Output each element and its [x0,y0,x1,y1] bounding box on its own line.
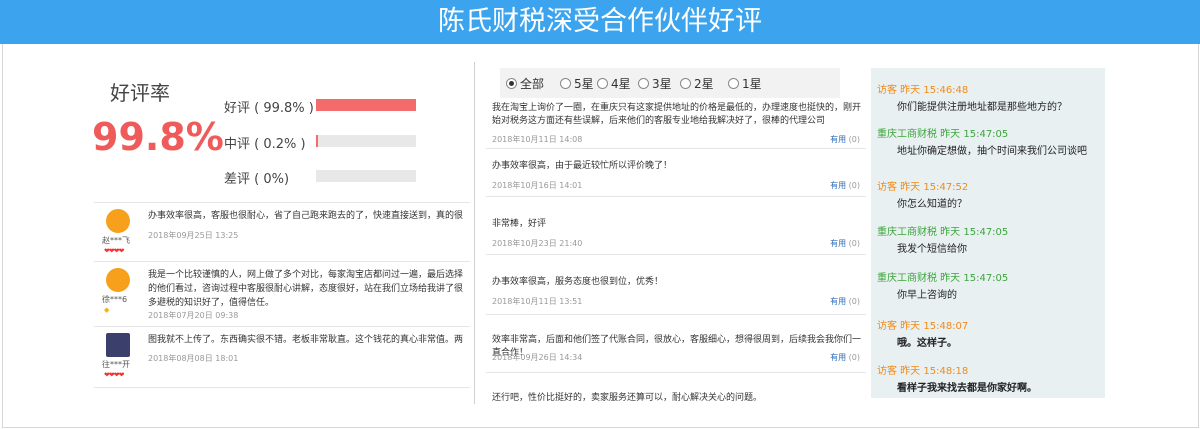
filter-1-star[interactable]: 1星 [728,75,762,92]
filter-3-star[interactable]: 3星 [638,75,672,92]
review-item: 往***开 ❤❤❤❤ 图我就不上传了。东西确实很不错。老板非常耿直。这个钱花的真… [94,326,470,388]
review-date: 2018年07月20日 09:38 [148,311,239,320]
radio-icon[interactable] [638,78,649,89]
avatar [106,333,130,357]
review-date: 2018年10月11日 13:51 [492,297,583,306]
useful-count: (0) [848,353,860,362]
filter-4-star[interactable]: 4星 [597,75,631,92]
rating-bar-label: 中评 ( 0.2% ) [224,137,306,152]
review-date: 2018年08月08日 18:01 [148,354,239,363]
divider [474,62,475,404]
star-filter: 全部 5星 4星 3星 2星 1星 [500,68,840,98]
review-text: 办事效率很高，客服也很耐心，省了自己跑来跑去的了，快速直接送到，真的很方便 [148,211,464,221]
chat-transcript: 访客 昨天 15:46:48 你们能提供注册地址都是那些地方的？ 重庆工商财税 … [871,68,1105,398]
chat-header: 重庆工商财税 昨天 15:47:05 [877,129,1009,140]
chat-header: 重庆工商财税 昨天 15:47:05 [877,227,1009,238]
chat-header: 重庆工商财税 昨天 15:47:05 [877,273,1009,284]
chat-header: 访客 昨天 15:48:07 [877,321,969,332]
review-item: 我在淘宝上询价了一圈，在重庆只有这家提供地址的价格是最低的，办理速度也挺快的，刚… [486,102,866,149]
reviewer-level: ❤❤❤❤ [104,247,124,255]
useful-button[interactable]: 有用 (0) [830,238,860,249]
page-banner: 陈氏财税深受合作伙伴好评 [0,0,1200,44]
useful-count: (0) [848,181,860,190]
useful-button[interactable]: 有用 (0) [830,296,860,307]
rating-bar-label: 差评 ( 0%) [224,172,290,187]
rating-title: 好评率 [110,81,170,105]
chat-body: 看样子我来找去都是你家好啊。 [897,383,1037,394]
useful-count: (0) [848,297,860,306]
review-date: 2018年10月23日 21:40 [492,239,583,248]
chat-body: 你早上咨询的 [897,290,957,301]
radio-icon[interactable] [680,78,691,89]
review-item: 赵***飞 ❤❤❤❤ 办事效率很高，客服也很耐心，省了自己跑来跑去的了，快速直接… [94,202,470,261]
useful-button[interactable]: 有用 (0) [830,180,860,191]
chat-body: 我发个短信给你 [897,244,967,255]
rating-bar-label: 好评 ( 99.8% ) [224,101,314,116]
review-text: 还行吧，性价比挺好的，卖家服务还算可以，耐心解决关心的问题。 [492,393,763,403]
review-date: 2018年09月25日 13:25 [148,231,239,240]
review-text: 我是一个比较谨慎的人，网上做了多个对比，每家淘宝店都问过一遍，最后选择的他们看过… [148,270,464,308]
chat-body: 你怎么知道的？ [897,199,967,210]
chat-message: 访客 昨天 15:48:07 哦。这样子。 [877,317,969,349]
chat-header: 访客 昨天 15:46:48 [877,85,969,96]
chat-message: 重庆工商财税 昨天 15:47:05 你早上咨询的 [877,269,1009,301]
reviewer-name: 赵***飞 [102,236,130,245]
filter-5-star[interactable]: 5星 [560,75,594,92]
review-text: 我在淘宝上询价了一圈，在重庆只有这家提供地址的价格是最低的，办理速度也挺快的，刚… [492,103,862,126]
reviewer-name: 往***开 [102,360,130,369]
chat-body: 哦。这样子。 [897,338,957,349]
radio-icon[interactable] [728,78,739,89]
chat-body: 地址你确定想做，抽个时间来我们公司谈吧 [897,146,1087,157]
review-text: 办事效率很高，服务态度也很到位，优秀！ [492,277,664,287]
review-date: 2018年10月11日 14:08 [492,135,583,144]
filter-all[interactable]: 全部 [506,75,544,92]
reviewer-name: 徐***6 [102,295,128,304]
reviewer-level: ❤❤❤❤ [104,371,124,379]
chat-header: 访客 昨天 15:47:52 [877,182,969,193]
rating-bar-track [316,170,416,182]
chat-message: 重庆工商财税 昨天 15:47:05 我发个短信给你 [877,223,1009,255]
review-item: 非常棒，好评 2018年10月23日 21:40 有用 (0) [486,218,866,255]
useful-count: (0) [848,135,860,144]
radio-icon[interactable] [506,78,517,89]
rating-bar-fill [316,135,318,147]
filter-2-star[interactable]: 2星 [680,75,714,92]
rating-bar-fill [316,99,416,111]
review-date: 2018年09月26日 14:34 [492,353,583,362]
review-item: 办事效率很高，由于最近较忙所以评价晚了！ 2018年10月16日 14:01 有… [486,160,866,197]
useful-button[interactable]: 有用 (0) [830,352,860,363]
reviewer-level: ◆ [104,306,109,314]
chat-message: 访客 昨天 15:47:52 你怎么知道的？ [877,178,969,210]
review-text: 非常棒，好评 [492,219,547,229]
radio-icon[interactable] [560,78,571,89]
chat-body: 你们能提供注册地址都是那些地方的？ [897,102,1067,113]
review-text: 办事效率很高，由于最近较忙所以评价晚了！ [492,161,673,171]
chat-message: 访客 昨天 15:48:18 看样子我来找去都是你家好啊。 [877,362,1037,394]
chat-message: 重庆工商财税 昨天 15:47:05 地址你确定想做，抽个时间来我们公司谈吧 [877,125,1087,157]
chat-message: 访客 昨天 15:46:48 你们能提供注册地址都是那些地方的？ [877,81,1067,113]
useful-count: (0) [848,239,860,248]
review-text: 图我就不上传了。东西确实很不错。老板非常耿直。这个钱花的真心非常值。两天就注 [148,335,464,345]
rating-percentage: 99.8% [92,115,224,159]
rating-bar-track [316,99,416,111]
useful-button[interactable]: 有用 (0) [830,134,860,145]
review-item: 办事效率很高，服务态度也很到位，优秀！ 2018年10月11日 13:51 有用… [486,276,866,315]
review-item: 效率非常高，后面和他们签了代账合同，很放心，客服细心，想得很周到，后续我会我你们… [486,334,866,373]
radio-icon[interactable] [597,78,608,89]
avatar [106,209,130,233]
chat-header: 访客 昨天 15:48:18 [877,366,969,377]
rating-bar-track [316,135,416,147]
review-item: 还行吧，性价比挺好的，卖家服务还算可以，耐心解决关心的问题。 [486,392,866,406]
avatar [106,268,130,292]
review-item: 徐***6 ◆ 我是一个比较谨慎的人，网上做了多个对比，每家淘宝店都问过一遍，最… [94,261,470,326]
review-date: 2018年10月16日 14:01 [492,181,583,190]
banner-title: 陈氏财税深受合作伙伴好评 [438,6,762,37]
